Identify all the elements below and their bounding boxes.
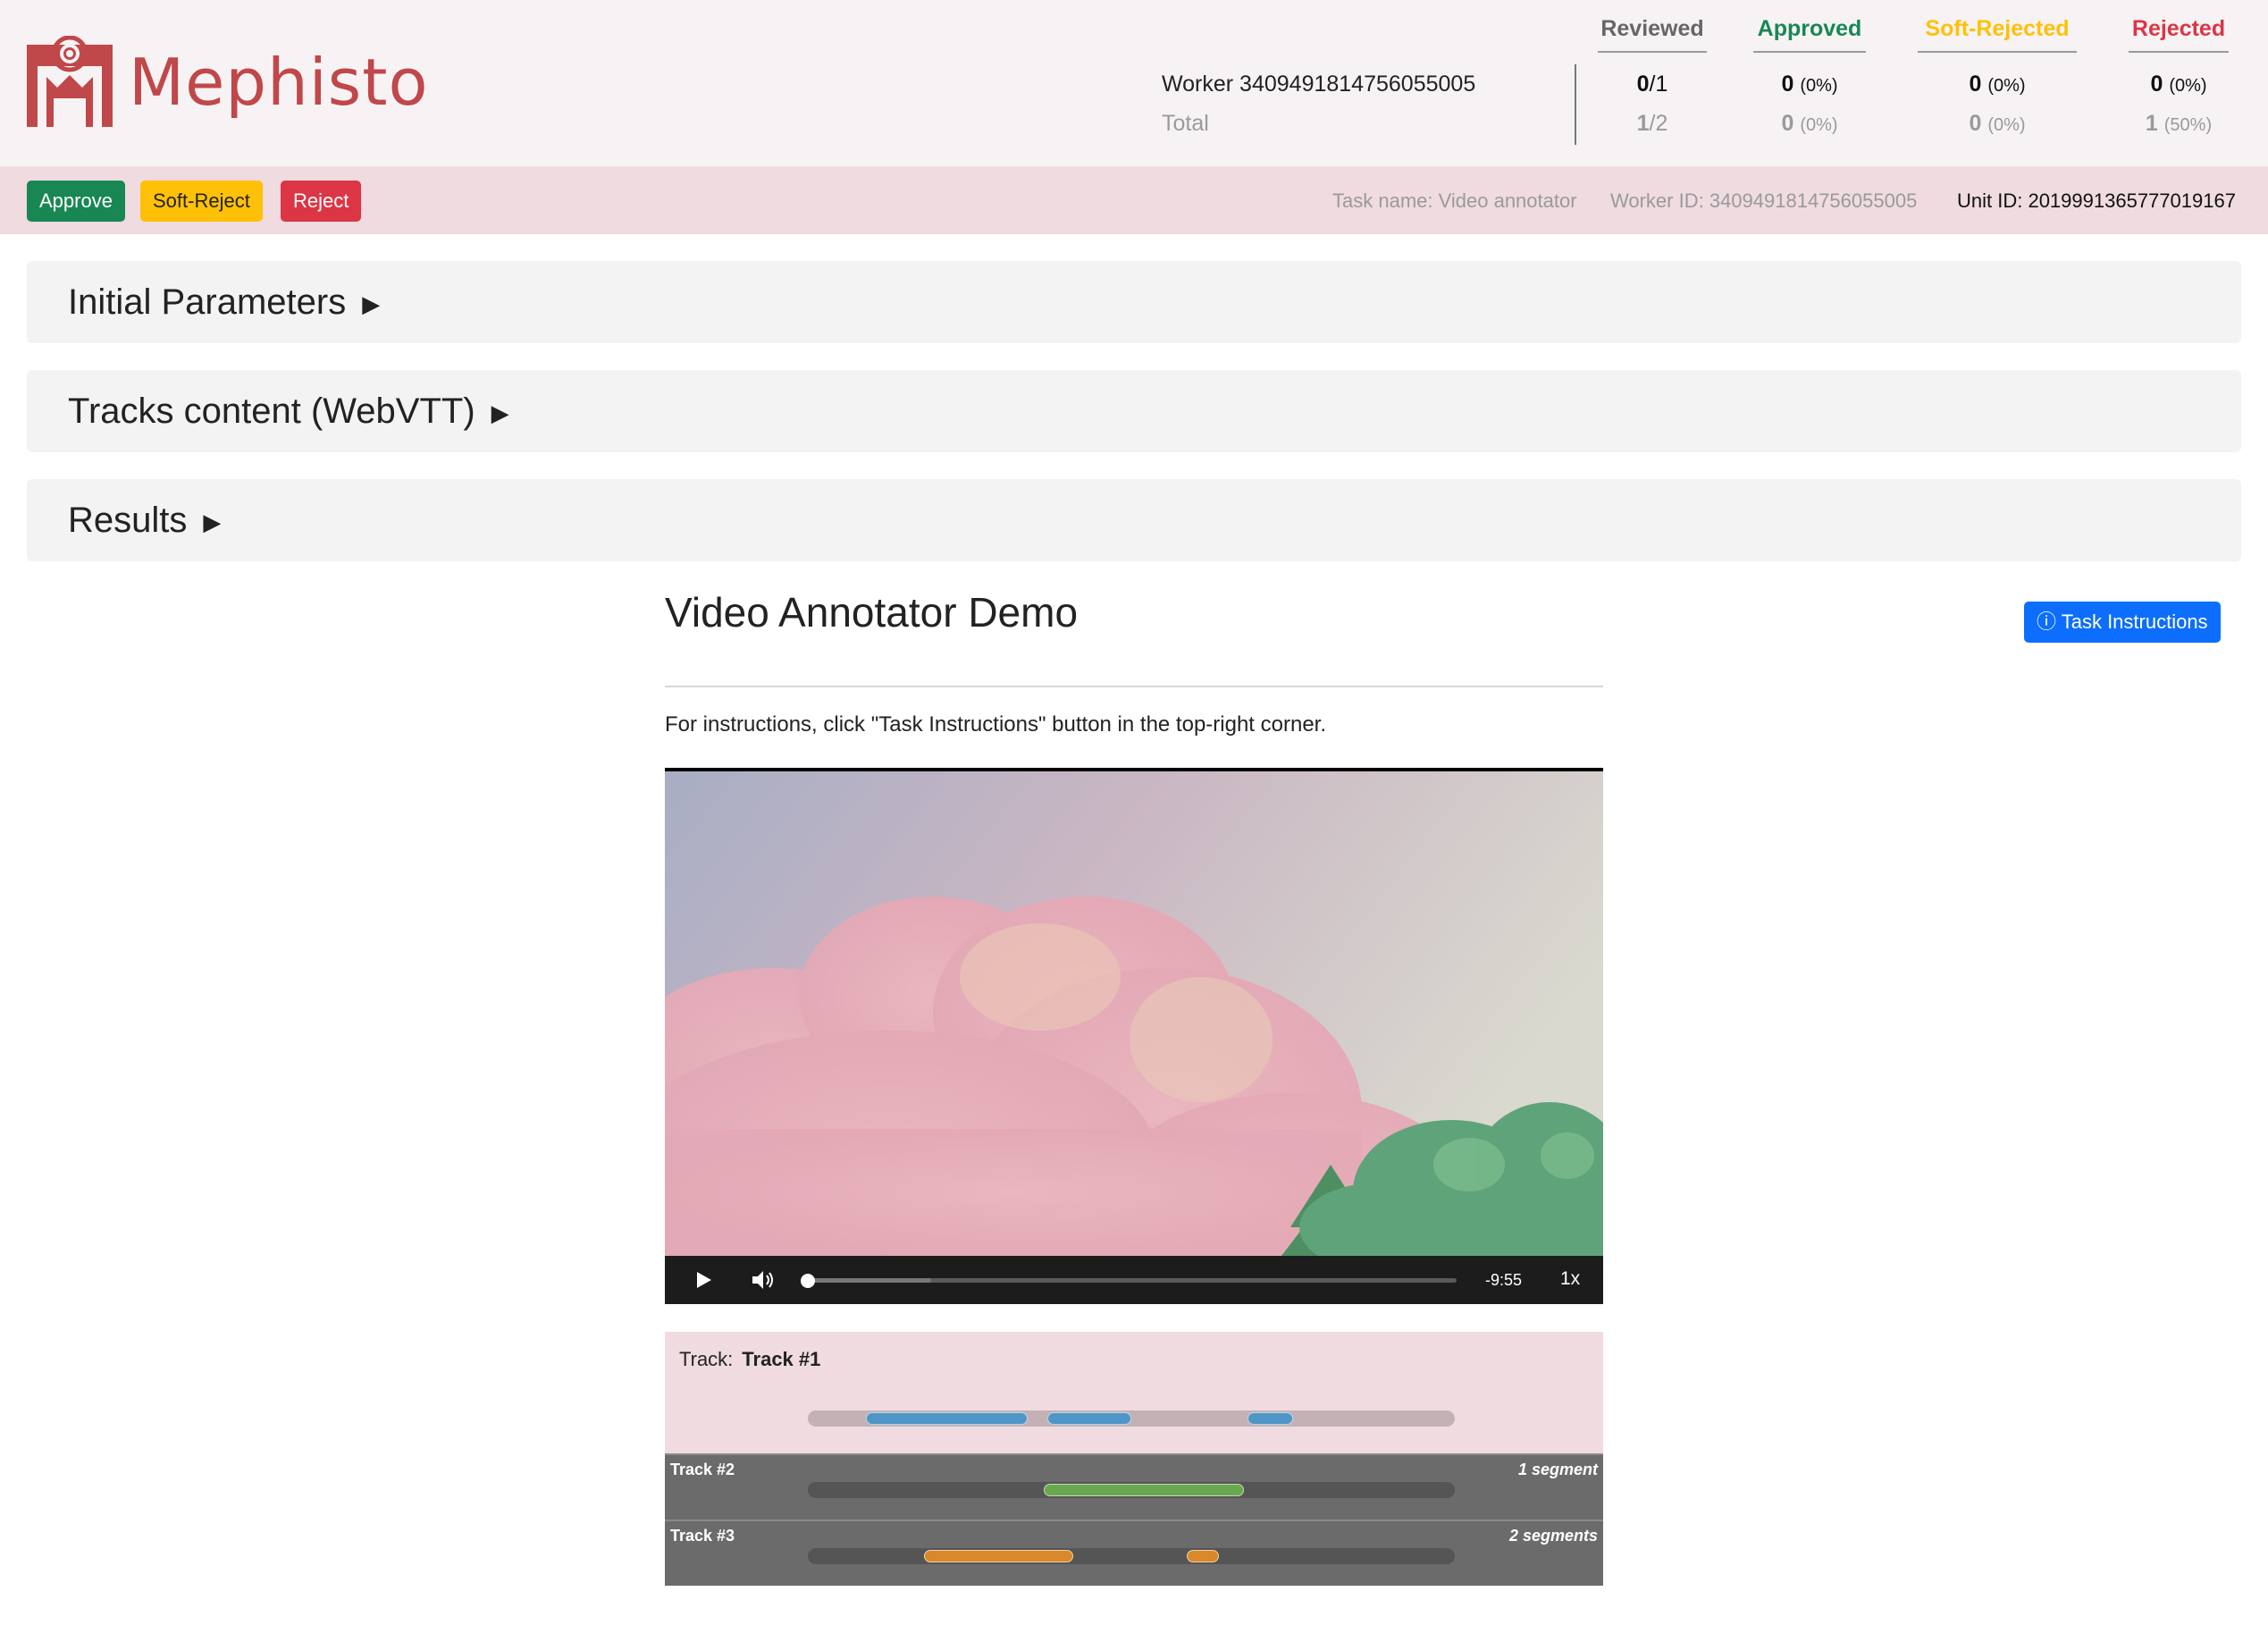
track-name: Track #2 (670, 1461, 735, 1478)
stats-reviewed-worker: 0/1 (1636, 72, 1668, 97)
track-segment[interactable] (1247, 1412, 1293, 1425)
track-segment[interactable] (924, 1550, 1073, 1562)
brand-name: Mephisto (129, 45, 429, 120)
track-row[interactable]: Track #2 1 segment (665, 1453, 1603, 1520)
stats-approved-total: 0 (0%) (1781, 111, 1838, 136)
expand-arrow-icon: ▶ (491, 399, 509, 426)
segment-count: 1 segment (1517, 1461, 1598, 1478)
stats-approved-worker: 0 (0%) (1781, 72, 1838, 97)
track-segment[interactable] (866, 1412, 1028, 1425)
stats-header-reviewed: Reviewed (1598, 16, 1707, 53)
track-name: Track #3 (670, 1527, 735, 1545)
play-icon[interactable] (692, 1268, 715, 1292)
segment-count: 2 segments (1508, 1527, 1598, 1545)
soft-reject-button[interactable]: Soft-Reject (140, 181, 263, 222)
instructions-text: For instructions, click "Task Instructio… (665, 712, 1327, 737)
volume-icon[interactable] (749, 1267, 776, 1293)
track-name: Track #1 (742, 1348, 821, 1370)
mephisto-logo-icon (27, 36, 113, 127)
stats-rejected-total: 1 (50%) (2145, 111, 2213, 136)
track-lane[interactable] (808, 1410, 1455, 1427)
video-controls: -9:55 1x (665, 1256, 1603, 1304)
seek-handle[interactable] (801, 1274, 815, 1288)
stats-soft-rejected-total: 0 (0%) (1969, 111, 2026, 136)
panel-title: Results (68, 501, 188, 540)
stats-header-rejected: Rejected (2129, 16, 2229, 53)
expand-arrow-icon: ▶ (203, 508, 222, 535)
video-player[interactable]: -9:55 1x (665, 768, 1603, 1304)
task-title: Video Annotator Demo (665, 589, 1079, 636)
unit-id-label: Unit ID: 2019991365777019167 (1957, 189, 2236, 212)
panel-results[interactable]: Results ▶ (27, 479, 2241, 561)
track-row[interactable]: Track #3 2 segments (665, 1520, 1603, 1586)
track-label: Track: (679, 1348, 734, 1370)
divider (665, 686, 1603, 687)
stats-reviewed-total: 1/2 (1636, 111, 1668, 136)
approve-button[interactable]: Approve (27, 181, 125, 222)
reject-button[interactable]: Reject (281, 181, 362, 222)
stats-total-label: Total (1162, 111, 1209, 136)
track-segment[interactable] (1187, 1550, 1219, 1562)
stats-header-approved: Approved (1753, 16, 1866, 53)
time-remaining: -9:55 (1485, 1271, 1523, 1289)
stats-header-soft-rejected: Soft-Rejected (1918, 16, 2077, 53)
panel-initial-parameters[interactable]: Initial Parameters ▶ (27, 261, 2241, 343)
expand-arrow-icon: ▶ (362, 290, 381, 317)
video-frame[interactable] (665, 771, 1603, 1256)
track-row[interactable]: Track: Track #1 (665, 1332, 1603, 1453)
task-instructions-button[interactable]: ⓘ Task Instructions (2024, 602, 2221, 643)
stats-rejected-worker: 0 (0%) (2150, 72, 2207, 97)
panel-tracks-content[interactable]: Tracks content (WebVTT) ▶ (27, 370, 2241, 452)
stats-worker-label: Worker 3409491814756055005 (1162, 72, 1476, 97)
track-lane[interactable] (808, 1548, 1455, 1564)
seek-bar[interactable] (808, 1278, 1457, 1283)
task-name-label: Task name: Video annotator (1332, 189, 1577, 212)
stats-divider (1575, 64, 1576, 145)
panel-title: Initial Parameters (68, 282, 347, 322)
panel-title: Tracks content (WebVTT) (68, 392, 475, 431)
track-segment[interactable] (1044, 1484, 1244, 1496)
track-segment[interactable] (1047, 1412, 1131, 1425)
review-action-bar: Approve Soft-Reject Reject Task name: Vi… (0, 166, 2268, 234)
stats-soft-rejected-worker: 0 (0%) (1969, 72, 2026, 97)
track-lane[interactable] (808, 1482, 1455, 1498)
header: Mephisto Worker 3409491814756055005 Tota… (0, 0, 2268, 166)
worker-id-label: Worker ID: 3409491814756055005 (1610, 189, 1918, 212)
playback-speed-button[interactable]: 1x (1560, 1268, 1580, 1290)
seek-buffered (808, 1278, 931, 1283)
